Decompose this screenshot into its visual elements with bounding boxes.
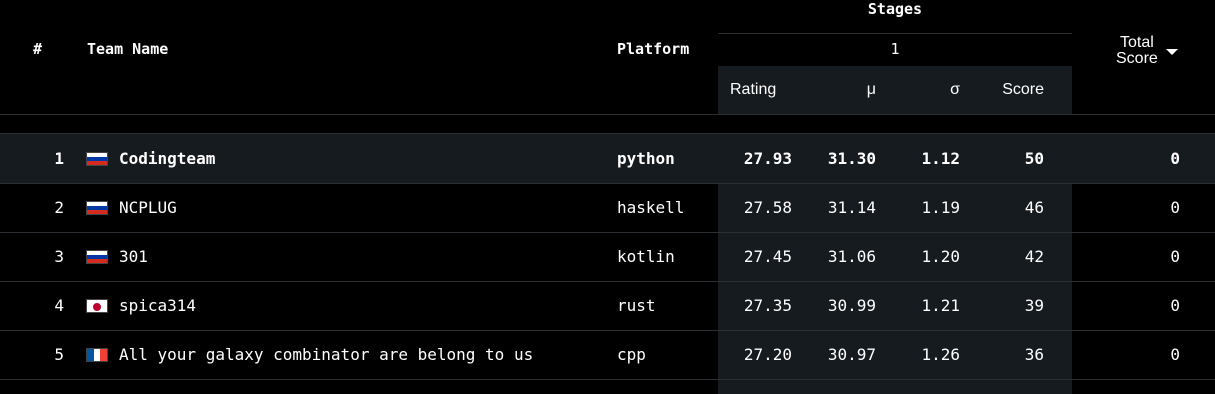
score-cell: 46 xyxy=(1024,198,1044,217)
score-cell: 36 xyxy=(1024,345,1044,364)
team-name-cell[interactable]: Codingteam xyxy=(119,134,215,184)
rank-cell: 2 xyxy=(54,198,64,217)
total-score-cell: 0 xyxy=(1170,247,1180,266)
mu-cell: 31.30 xyxy=(827,149,876,168)
russia-flag-icon xyxy=(86,201,108,215)
platform-cell: haskell xyxy=(617,198,685,217)
mu-cell: 31.14 xyxy=(827,198,876,217)
team-name-cell[interactable]: spica314 xyxy=(119,281,196,331)
rank-cell: 3 xyxy=(54,247,64,266)
sigma-cell: 1.12 xyxy=(921,149,960,168)
sigma-cell: 1.20 xyxy=(921,247,960,266)
sigma-cell: 1.26 xyxy=(921,345,960,364)
rank-cell: 4 xyxy=(54,296,64,315)
platform-cell: rust xyxy=(617,296,656,315)
mu-cell: 31.06 xyxy=(827,247,876,266)
rating-cell: 27.20 xyxy=(743,345,792,364)
score-cell: 42 xyxy=(1024,247,1044,266)
rating-cell: 27.35 xyxy=(743,296,792,315)
stage-number-header: 1 xyxy=(890,40,900,58)
row-divider xyxy=(0,379,1215,380)
russia-flag-icon xyxy=(86,250,108,264)
platform-cell: python xyxy=(617,149,675,168)
total-score-label-line1: Total xyxy=(1120,34,1154,51)
total-score-cell: 0 xyxy=(1170,149,1180,168)
mu-cell: 30.99 xyxy=(827,296,876,315)
table-row[interactable]: 4 spica314 rust 27.35 30.99 1.21 39 0 xyxy=(0,281,1215,331)
table-row[interactable]: 2 NCPLUG haskell 27.58 31.14 1.19 46 0 xyxy=(0,183,1215,233)
total-score-cell: 0 xyxy=(1170,345,1180,364)
rank-column-header: # xyxy=(33,40,43,58)
header-bottom-divider xyxy=(0,114,1215,115)
russia-flag-icon xyxy=(86,152,108,166)
team-name-column-header[interactable]: Team Name xyxy=(87,40,168,58)
france-flag-icon xyxy=(86,348,108,362)
table-row[interactable]: 1 Codingteam python 27.93 31.30 1.12 50 … xyxy=(0,134,1215,184)
score-cell: 39 xyxy=(1024,296,1044,315)
platform-cell: kotlin xyxy=(617,247,675,266)
platform-cell: cpp xyxy=(617,345,646,364)
table-row[interactable]: 5 All your galaxy combinator are belong … xyxy=(0,330,1215,380)
team-name-cell[interactable]: NCPLUG xyxy=(119,183,177,233)
sigma-column-header[interactable]: σ xyxy=(884,81,960,99)
rank-cell: 5 xyxy=(54,345,64,364)
team-name-cell[interactable]: 301 xyxy=(119,232,148,282)
stages-group-header: Stages xyxy=(867,0,923,18)
mu-column-header[interactable]: μ xyxy=(800,81,876,99)
mu-cell: 30.97 xyxy=(827,345,876,364)
platform-column-header[interactable]: Platform xyxy=(617,40,689,58)
japan-flag-icon xyxy=(86,299,108,313)
rating-cell: 27.58 xyxy=(743,198,792,217)
total-score-cell: 0 xyxy=(1170,296,1180,315)
score-column-header[interactable]: Score xyxy=(968,81,1044,99)
rating-cell: 27.93 xyxy=(743,149,792,168)
team-name-cell[interactable]: All your galaxy combinator are belong to… xyxy=(119,330,533,380)
sigma-cell: 1.19 xyxy=(921,198,960,217)
sigma-cell: 1.21 xyxy=(921,296,960,315)
score-cell: 50 xyxy=(1024,149,1044,168)
total-score-cell: 0 xyxy=(1170,198,1180,217)
rating-column-header[interactable]: Rating xyxy=(730,81,776,99)
total-score-column-header[interactable]: Total Score xyxy=(1112,35,1158,67)
table-row[interactable]: 3 301 kotlin 27.45 31.06 1.20 42 0 xyxy=(0,232,1215,282)
stages-divider xyxy=(718,33,1072,34)
sort-descending-icon[interactable] xyxy=(1166,49,1178,55)
rank-cell: 1 xyxy=(54,149,64,168)
total-score-label-line2: Score xyxy=(1116,50,1158,67)
rating-cell: 27.45 xyxy=(743,247,792,266)
